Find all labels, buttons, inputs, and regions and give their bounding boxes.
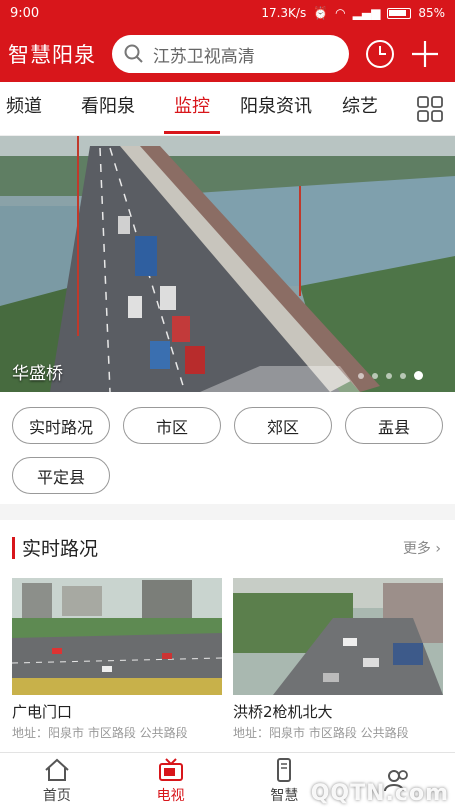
filter-yu-county[interactable]: 盂县 xyxy=(345,407,443,444)
tab-channel[interactable]: 频道 xyxy=(0,82,66,135)
section-title: 实时路况 xyxy=(22,538,99,560)
carousel-dot xyxy=(358,372,364,379)
carousel-dot xyxy=(372,372,378,379)
filter-city[interactable]: 市区 xyxy=(123,407,221,444)
battery-level: 85% xyxy=(418,6,445,20)
search-icon xyxy=(124,44,143,63)
status-time: 9:00 xyxy=(10,5,40,21)
search-placeholder: 江苏卫视高清 xyxy=(152,46,255,67)
filter-suburb[interactable]: 郊区 xyxy=(234,407,332,444)
watermark-logo: QQTN.com xyxy=(310,781,449,806)
section-accent-bar xyxy=(12,537,15,559)
tab-kan-yangquan[interactable]: 看阳泉 xyxy=(66,82,150,135)
banner-caption: 华盛桥 xyxy=(12,364,63,384)
camera-card[interactable]: 洪桥2枪机北大 地址：阳泉市 市区路段 公共路段 xyxy=(233,578,443,741)
tab-variety[interactable]: 综艺 xyxy=(318,82,402,135)
tab-monitor[interactable]: 监控 xyxy=(150,82,234,135)
camera-thumbnail xyxy=(233,578,443,695)
grid-icon xyxy=(417,96,443,122)
status-bar: 9:00 17.3K/s ⏰ ◠ ▂▄▆ 85% xyxy=(0,0,455,26)
camera-card[interactable]: 广电门口 地址：阳泉市 市区路段 公共路段 xyxy=(12,578,222,741)
carousel-dot xyxy=(386,372,392,379)
net-speed: 17.3K/s xyxy=(261,6,307,20)
traffic-section: 实时路况 更多 › 广电门口 地址：阳泉市 市区路段 公共路段 洪桥2枪机北大 … xyxy=(0,520,455,752)
alarm-icon: ⏰ xyxy=(313,6,329,20)
bridge-camera-image xyxy=(0,136,455,392)
camera-title: 广电门口 xyxy=(12,703,73,721)
tab-yangquan-news[interactable]: 阳泉资讯 xyxy=(234,82,318,135)
tab-home[interactable]: 首页 xyxy=(0,753,114,810)
tab-tv[interactable]: 电视 xyxy=(114,753,228,810)
history-button[interactable] xyxy=(357,31,402,77)
chevron-right-icon: › xyxy=(435,541,441,557)
wifi-icon: ◠ xyxy=(335,6,346,20)
section-header: 实时路况 更多 › xyxy=(0,534,455,562)
app-header: 智慧阳泉 江苏卫视高清 xyxy=(0,26,455,82)
home-icon xyxy=(45,758,69,781)
camera-title: 洪桥2枪机北大 xyxy=(233,703,333,721)
region-filters: 实时路况 市区 郊区 盂县 平定县 xyxy=(0,392,455,504)
filter-realtime-traffic[interactable]: 实时路况 xyxy=(12,407,110,444)
channel-tabs: 频道 看阳泉 监控 阳泉资讯 综艺 xyxy=(0,82,455,136)
search-bar[interactable]: 江苏卫视高清 xyxy=(111,35,350,73)
plus-icon xyxy=(411,41,438,67)
camera-address: 地址：阳泉市 市区路段 公共路段 xyxy=(12,726,188,740)
channel-grid-button[interactable] xyxy=(405,82,455,135)
camera-banner[interactable]: 华盛桥 xyxy=(0,136,455,392)
add-button[interactable] xyxy=(402,31,447,77)
camera-thumbnail xyxy=(12,578,222,695)
clock-icon xyxy=(365,40,394,68)
carousel-dot xyxy=(400,372,406,379)
app-brand: 智慧阳泉 xyxy=(8,43,96,67)
phone-icon xyxy=(277,758,292,782)
signal-icon: ▂▄▆ xyxy=(352,6,381,20)
bottom-tab-bar: 首页 电视 智慧 QQTN.com xyxy=(0,752,455,810)
carousel-dot-active xyxy=(414,371,423,380)
camera-address: 地址：阳泉市 市区路段 公共路段 xyxy=(233,726,409,740)
tv-icon xyxy=(158,758,183,781)
filter-pingding-county[interactable]: 平定县 xyxy=(12,457,110,494)
carousel-indicator xyxy=(358,371,423,380)
battery-icon xyxy=(387,7,412,19)
more-link[interactable]: 更多 › xyxy=(403,538,441,558)
